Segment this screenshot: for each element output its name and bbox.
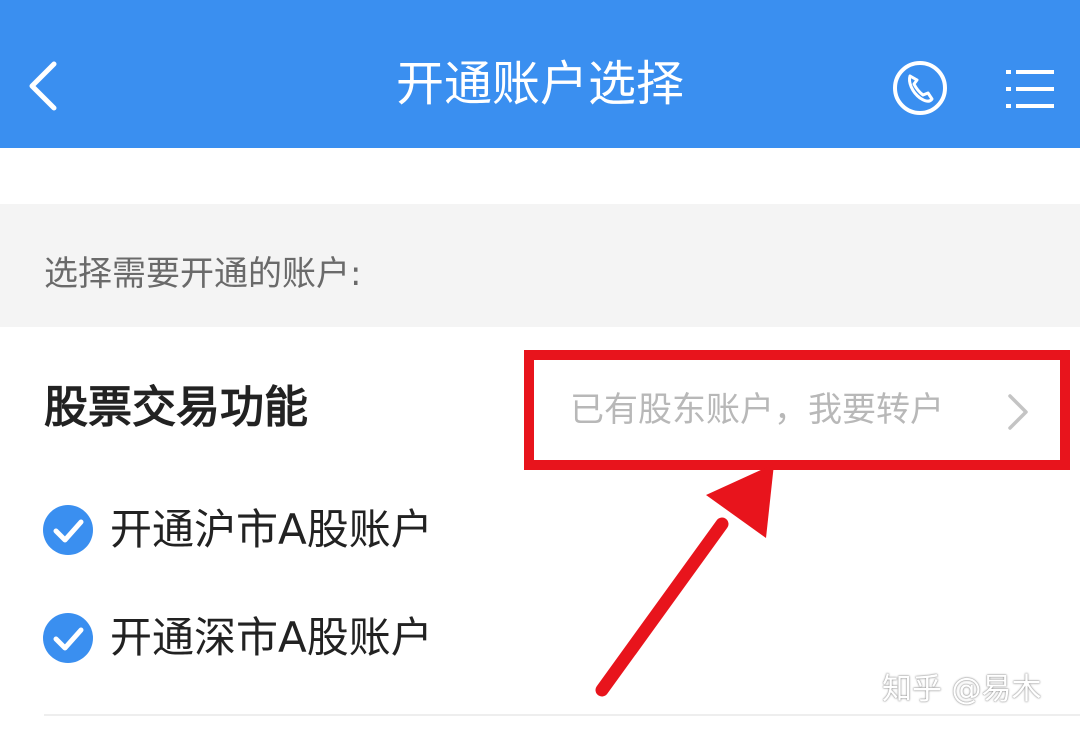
- option-sz-a-share[interactable]: 开通深市A股账户: [42, 608, 502, 668]
- phone-icon: [893, 61, 947, 115]
- watermark: 知乎 @易木: [882, 672, 1042, 707]
- highlight-box: [524, 350, 1070, 470]
- list-menu-icon: [1006, 70, 1054, 108]
- chevron-left-icon: [29, 61, 57, 111]
- checkbox-checked-icon[interactable]: [42, 612, 94, 664]
- divider: [44, 714, 1080, 716]
- option-sh-a-share[interactable]: 开通沪市A股账户: [42, 500, 502, 560]
- call-button[interactable]: [890, 58, 950, 118]
- menu-button[interactable]: [1002, 64, 1058, 114]
- checkbox-checked-icon[interactable]: [42, 504, 94, 556]
- stock-trading-section-title: 股票交易功能: [44, 382, 308, 433]
- option-label: 开通沪市A股账户: [110, 505, 433, 554]
- select-account-prompt: 选择需要开通的账户:: [44, 254, 362, 294]
- back-button[interactable]: [18, 50, 78, 120]
- option-label: 开通深市A股账户: [110, 613, 433, 662]
- app-header: 开通账户选择: [0, 0, 1080, 148]
